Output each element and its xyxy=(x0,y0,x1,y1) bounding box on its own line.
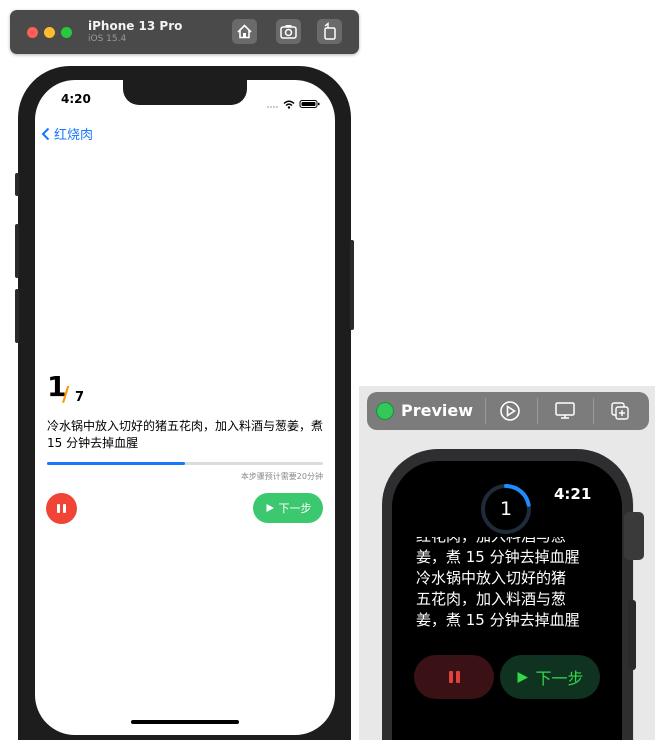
watch-time: 4:21 xyxy=(554,485,592,503)
toolbar-divider xyxy=(485,398,486,424)
mute-switch xyxy=(15,173,19,196)
signal-icon xyxy=(267,106,278,108)
preview-label: Preview xyxy=(401,401,474,420)
watch-side-button xyxy=(628,600,636,670)
play-circle-icon xyxy=(500,401,520,421)
duplicate-preview-button[interactable] xyxy=(609,400,631,426)
battery-icon xyxy=(299,100,320,108)
pause-icon xyxy=(57,504,60,513)
watch-text-line: 姜，煮 15 分钟去掉血腥 xyxy=(416,548,580,566)
simulator-device-name: iPhone 13 Pro xyxy=(88,19,183,33)
watch-text-line: 姜，煮 15 分钟去掉血腥 xyxy=(416,611,580,629)
device-settings-button[interactable] xyxy=(553,400,577,426)
watch-pause-button[interactable] xyxy=(414,655,494,699)
home-indicator xyxy=(131,720,239,724)
rotate-button[interactable] xyxy=(317,19,342,44)
watch-screen: 1 4:21 红花肉，加入料酒与葱 姜，煮 15 分钟去掉血腥 冷水锅中放入切好… xyxy=(392,461,622,740)
display-icon xyxy=(555,402,575,419)
step-progress-fill xyxy=(47,462,185,465)
toolbar-divider xyxy=(537,398,538,424)
pause-button[interactable] xyxy=(46,493,77,524)
watch-step-number: 1 xyxy=(499,498,513,520)
next-step-button[interactable]: 下一步 xyxy=(253,493,323,523)
pause-icon-bar xyxy=(456,671,460,683)
watch-text-line: 冷水锅中放入切好的猪 xyxy=(416,569,567,587)
pause-icon xyxy=(449,671,453,683)
zoom-window-button[interactable] xyxy=(61,27,72,38)
duplicate-icon xyxy=(611,402,629,420)
step-progress-bar xyxy=(47,462,323,465)
volume-down-button xyxy=(15,289,19,343)
simulator-os-version: iOS 15.4 xyxy=(88,34,127,44)
home-icon xyxy=(237,24,252,39)
watch-step-text[interactable]: 红花肉，加入料酒与葱 姜，煮 15 分钟去掉血腥 冷水锅中放入切好的猪 五花肉，… xyxy=(416,537,606,631)
notch xyxy=(123,80,247,105)
minimize-window-button[interactable] xyxy=(44,27,55,38)
watch-next-step-button[interactable]: 下一步 xyxy=(500,655,600,699)
watch-text-line-clipped: 红花肉，加入料酒与葱 xyxy=(416,537,566,547)
watch-text-line: 五花肉，加入料酒与葱 xyxy=(416,590,567,608)
home-button[interactable] xyxy=(232,19,257,44)
wifi-icon xyxy=(283,100,295,109)
play-icon xyxy=(266,504,274,512)
chevron-left-icon xyxy=(41,127,50,140)
watch-next-step-label: 下一步 xyxy=(535,669,584,688)
status-time: 4:20 xyxy=(61,92,91,106)
play-icon xyxy=(517,671,529,683)
simulator-toolbar: iPhone 13 Pro iOS 15.4 xyxy=(10,10,359,54)
watch-text-line: 红花肉，加入料酒与葱 xyxy=(416,537,606,547)
live-preview-indicator xyxy=(376,402,394,420)
close-window-button[interactable] xyxy=(27,27,38,38)
side-button xyxy=(350,240,354,330)
step-description: 冷水锅中放入切好的猪五花肉，加入料酒与葱姜，煮 15 分钟去掉血腥 xyxy=(47,419,324,450)
digital-crown xyxy=(624,512,644,560)
toolbar-divider xyxy=(593,398,594,424)
preview-toolbar: Preview xyxy=(367,392,649,430)
step-total: 7 xyxy=(75,390,85,405)
phone-screen: 4:20 红烧肉 1 / 7 冷水锅中放入切好的猪五花肉，加入料酒与葱姜，煮 1… xyxy=(35,80,335,735)
status-icons xyxy=(266,94,324,113)
camera-icon xyxy=(280,25,297,39)
rotate-icon xyxy=(324,22,336,40)
step-separator: / xyxy=(62,382,70,406)
step-estimate-text: 本步骤预计需要20分钟 xyxy=(240,472,323,481)
next-step-label: 下一步 xyxy=(278,502,312,515)
back-button[interactable]: 红烧肉 xyxy=(41,124,93,143)
live-preview-button[interactable] xyxy=(499,400,521,426)
back-button-label: 红烧肉 xyxy=(54,128,94,143)
volume-up-button xyxy=(15,224,19,278)
screenshot-button[interactable] xyxy=(276,19,301,44)
pause-icon-bar xyxy=(63,504,66,513)
